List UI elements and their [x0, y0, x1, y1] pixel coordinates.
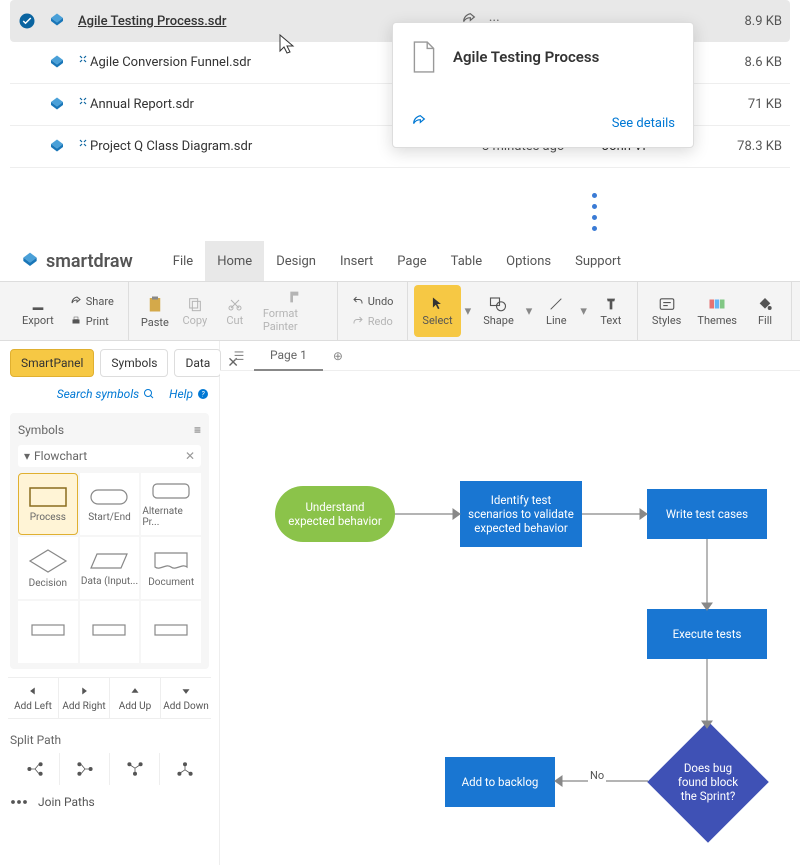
preview-share-button[interactable]: [411, 113, 427, 133]
flow-node-understand[interactable]: Understand expected behavior: [275, 486, 395, 542]
file-preview-card: Agile Testing Process See details: [392, 22, 694, 148]
document-icon: [411, 41, 437, 73]
menu-design[interactable]: Design: [264, 241, 328, 281]
shape-more[interactable]: [80, 601, 140, 663]
split-option[interactable]: [60, 753, 110, 785]
new-indicator-icon: [78, 54, 88, 64]
add-left-button[interactable]: Add Left: [8, 678, 59, 718]
workspace: SmartPanel Symbols Data ✕ Search symbols…: [0, 341, 800, 865]
file-size: 8.9 KB: [722, 14, 782, 29]
menu-support[interactable]: Support: [563, 241, 633, 281]
undo-button[interactable]: Undo: [348, 291, 398, 311]
sdr-file-icon: [48, 96, 66, 114]
section-separator-icon: [0, 193, 800, 231]
ribbon-toolbar: Export Share Print Paste Copy Cut Format…: [0, 281, 800, 341]
add-page-icon[interactable]: ⊕: [323, 349, 353, 363]
copy-button[interactable]: Copy: [175, 285, 215, 337]
file-size: 8.6 KB: [722, 55, 782, 70]
print-button[interactable]: Print: [66, 311, 118, 331]
main-menu: smartdraw File Home Design Insert Page T…: [0, 241, 800, 281]
split-option[interactable]: [160, 753, 209, 785]
flow-node-write[interactable]: Write test cases: [647, 489, 767, 539]
page-tabs: ☰ Page 1 ⊕: [220, 341, 800, 371]
line-tool-button[interactable]: Line: [536, 285, 576, 337]
new-indicator-icon: [78, 138, 88, 148]
themes-button[interactable]: Themes: [689, 285, 745, 337]
shape-process[interactable]: Process: [18, 473, 78, 535]
shape-decision[interactable]: Decision: [18, 537, 78, 599]
flow-node-execute[interactable]: Execute tests: [647, 609, 767, 659]
menu-page[interactable]: Page: [385, 241, 438, 281]
add-down-button[interactable]: Add Down: [161, 678, 211, 718]
canvas[interactable]: Understand expected behavior Identify te…: [220, 371, 800, 865]
select-tool-button[interactable]: Select: [414, 285, 460, 337]
shape-startend[interactable]: Start/End: [80, 473, 140, 535]
shape-more[interactable]: [141, 601, 201, 663]
shape-more[interactable]: [18, 601, 78, 663]
menu-insert[interactable]: Insert: [328, 241, 385, 281]
brand-logo[interactable]: smartdraw: [20, 251, 133, 272]
see-details-link[interactable]: See details: [612, 116, 675, 131]
new-indicator-icon: [78, 96, 88, 106]
redo-button[interactable]: Redo: [348, 311, 398, 331]
menu-table[interactable]: Table: [439, 241, 494, 281]
cut-button[interactable]: Cut: [215, 285, 255, 337]
styles-button[interactable]: Styles: [644, 285, 690, 337]
sdr-file-icon: [48, 12, 66, 30]
menu-home[interactable]: Home: [205, 241, 264, 281]
page-tab[interactable]: Page 1: [254, 341, 323, 371]
split-option[interactable]: [110, 753, 160, 785]
file-name[interactable]: Agile Conversion Funnel.sdr: [90, 55, 251, 70]
flow-node-identify[interactable]: Identify test scenarios to validate expe…: [460, 481, 582, 547]
search-symbols-link[interactable]: Search symbols: [57, 387, 155, 401]
sdr-file-icon: [48, 138, 66, 156]
export-button[interactable]: Export: [14, 285, 62, 337]
symbol-category[interactable]: ▾Flowchart✕: [18, 445, 201, 467]
close-category-icon[interactable]: ✕: [185, 449, 195, 463]
file-name[interactable]: Agile Testing Process.sdr: [78, 14, 226, 29]
symbols-header[interactable]: Symbols≡: [18, 419, 201, 441]
left-panel: SmartPanel Symbols Data ✕ Search symbols…: [0, 341, 220, 865]
split-option[interactable]: [10, 753, 60, 785]
file-size: 71 KB: [722, 97, 782, 112]
flow-node-decision[interactable]: Does bug found block the Sprint?: [647, 721, 769, 843]
preview-title: Agile Testing Process: [453, 48, 599, 66]
split-path-header: Split Path: [10, 727, 209, 753]
checked-icon: [18, 12, 36, 30]
sdr-file-icon: [48, 54, 66, 72]
paste-button[interactable]: Paste: [135, 285, 175, 337]
arrow-label-no: No: [588, 769, 606, 782]
menu-file[interactable]: File: [161, 241, 205, 281]
share-button[interactable]: Share: [66, 291, 118, 311]
tab-smartpanel[interactable]: SmartPanel: [10, 349, 94, 377]
add-up-button[interactable]: Add Up: [110, 678, 161, 718]
file-name[interactable]: Annual Report.sdr: [90, 97, 194, 112]
flow-node-backlog[interactable]: Add to backlog: [445, 757, 555, 807]
format-painter-button[interactable]: Format Painter: [255, 285, 331, 337]
add-right-button[interactable]: Add Right: [59, 678, 110, 718]
shape-document[interactable]: Document: [141, 537, 201, 599]
file-name[interactable]: Project Q Class Diagram.sdr: [90, 139, 252, 154]
menu-icon[interactable]: ≡: [194, 423, 201, 437]
file-size: 78.3 KB: [722, 139, 782, 154]
join-paths-button[interactable]: Join Paths: [10, 785, 209, 809]
shape-tool-button[interactable]: Shape: [475, 285, 522, 337]
text-tool-button[interactable]: Text: [591, 285, 631, 337]
tab-symbols[interactable]: Symbols: [100, 349, 168, 377]
tab-data[interactable]: Data: [174, 349, 221, 377]
shape-data[interactable]: Data (Input...: [80, 537, 140, 599]
help-link[interactable]: Help ?: [169, 387, 209, 401]
menu-options[interactable]: Options: [494, 241, 563, 281]
shape-alternate[interactable]: Alternate Pr...: [141, 473, 201, 535]
fill-button[interactable]: Fill: [745, 285, 785, 337]
list-view-icon[interactable]: ☰: [224, 349, 254, 363]
